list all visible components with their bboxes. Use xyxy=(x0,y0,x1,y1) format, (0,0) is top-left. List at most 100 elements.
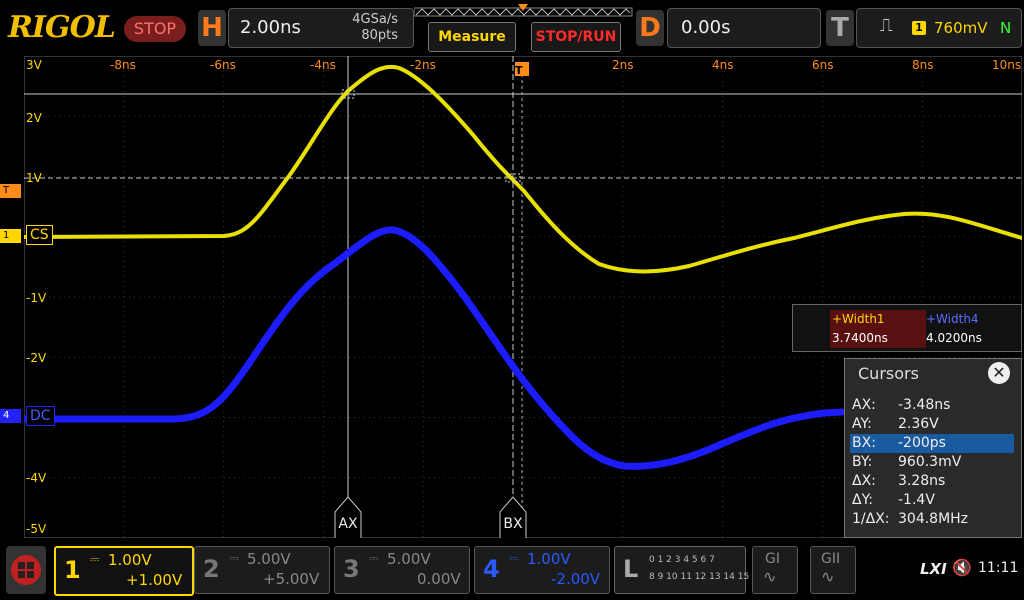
ch2-scale: 5.00V xyxy=(247,550,291,568)
cursor-row-dy: ΔY: -1.4V xyxy=(850,491,1014,510)
y-tick-label: -1V xyxy=(26,291,47,305)
generator-2-label: GII xyxy=(821,551,841,567)
ch4-offset: -2.00V xyxy=(551,570,601,588)
ch1-settings[interactable]: 1 ⎓ 1.00V +1.00V xyxy=(54,546,194,596)
cursor-row-key: BX: xyxy=(852,435,876,451)
logic-analyzer-settings[interactable]: L 0 1 2 3 4 5 6 7 8 9 10 11 12 13 14 15 xyxy=(614,546,750,594)
ch4-settings[interactable]: 4 ⎓ 1.00V -2.00V xyxy=(474,546,610,594)
cursor-row-value: 304.8MHz xyxy=(898,511,969,527)
sample-rate: 4GSa/s xyxy=(352,12,398,27)
sine-wave-icon: ∿ xyxy=(763,567,777,586)
width4-value: 4.0200ns xyxy=(926,331,982,345)
stop-run-button[interactable]: STOP/RUN xyxy=(531,22,621,52)
ch1-offset: +1.00V xyxy=(126,571,183,589)
x-tick-label: -2ns xyxy=(410,58,436,72)
x-tick-label: 6ns xyxy=(812,58,834,72)
ch2-offset: +5.00V xyxy=(263,570,320,588)
logic-channels-row2: 8 9 10 11 12 13 14 15 xyxy=(649,572,750,582)
ch4-scale: 1.00V xyxy=(527,550,571,568)
trigger-level: 760mV xyxy=(934,19,988,37)
cursor-row-by: BY: 960.3mV xyxy=(850,453,1014,472)
dc-coupling-icon: ⎓ xyxy=(509,551,519,565)
ch2-settings[interactable]: 2 ⎓ 5.00V +5.00V xyxy=(194,546,330,594)
x-tick-label: 10ns xyxy=(992,58,1022,72)
delay-value: 0.00s xyxy=(681,17,731,38)
sine-wave-icon: ∿ xyxy=(821,567,835,586)
ch3-number: 3 xyxy=(343,555,360,583)
memory-depth: 80pts xyxy=(361,28,398,43)
brand-logo: RIGOL xyxy=(8,10,116,45)
cursor-row-ax: AX: -3.48ns xyxy=(850,396,1014,415)
ch4-number: 4 xyxy=(483,555,500,583)
clock-time: 11:11 xyxy=(978,560,1019,576)
cursor-row-dx: ΔX: 3.28ns xyxy=(850,472,1014,491)
cursors-title: Cursors xyxy=(858,364,919,383)
ch2-number: 2 xyxy=(203,555,220,583)
y-tick-label: -4V xyxy=(26,471,47,485)
cursor-row-key: BY: xyxy=(852,454,873,470)
cursor-row-ay: AY: 2.36V xyxy=(850,415,1014,434)
cursor-row-invdx: 1/ΔX: 304.8MHz xyxy=(850,510,1014,529)
width1-label: +Width1 xyxy=(830,310,926,328)
generator-2-button[interactable]: GII ∿ xyxy=(810,546,856,594)
trigger-menu-button[interactable]: T xyxy=(826,10,854,46)
cursor-row-key: ΔX: xyxy=(852,473,876,489)
lxi-icon: LXI xyxy=(920,560,947,578)
cursor-row-value: -1.4V xyxy=(898,492,935,508)
cursor-row-value: 2.36V xyxy=(898,416,939,432)
y-tick-label: -2V xyxy=(26,351,47,365)
x-tick-label: -6ns xyxy=(210,58,236,72)
horizontal-menu-button[interactable]: H xyxy=(198,10,226,46)
ch4-offset-marker[interactable]: 4 xyxy=(0,409,21,423)
ch3-settings[interactable]: 3 ⎓ 5.00V 0.00V xyxy=(334,546,470,594)
cursor-row-bx[interactable]: BX: -200ps xyxy=(850,434,1014,453)
ch1-offset-marker[interactable]: 1 xyxy=(0,229,21,243)
cursor-row-value: 960.3mV xyxy=(898,454,962,470)
main-menu-button[interactable] xyxy=(6,546,46,594)
speaker-muted-icon[interactable]: 🔇 xyxy=(952,558,972,577)
memory-position-bar xyxy=(414,4,633,17)
timebase-value: 2.00ns xyxy=(240,17,301,38)
logic-channels-row1: 0 1 2 3 4 5 6 7 xyxy=(649,555,715,565)
grid-menu-icon xyxy=(11,555,41,585)
dc-coupling-icon: ⎓ xyxy=(229,551,239,565)
close-icon[interactable]: ✕ xyxy=(988,362,1010,384)
logic-letter: L xyxy=(623,555,639,583)
delay-menu-button[interactable]: D xyxy=(636,10,664,46)
ch1-number: 1 xyxy=(64,556,81,584)
trigger-channel-badge: 1 xyxy=(912,21,926,35)
dc-coupling-icon: ⎓ xyxy=(369,551,379,565)
ch1-scale: 1.00V xyxy=(108,551,152,569)
ch4-label: DC xyxy=(26,406,55,426)
x-tick-label: -4ns xyxy=(310,58,336,72)
y-tick-label: 3V xyxy=(26,58,42,72)
y-tick-label: -5V xyxy=(26,522,47,536)
trigger-edge-icon: ⎍ xyxy=(880,15,893,36)
width4-label: +Width4 xyxy=(926,312,979,326)
trigger-mode: N xyxy=(1000,19,1012,37)
x-tick-label: 2ns xyxy=(612,58,634,72)
dc-coupling-icon: ⎓ xyxy=(90,552,100,566)
cursor-row-value: -200ps xyxy=(898,435,946,451)
trigger-level-marker[interactable]: T xyxy=(0,184,21,198)
ch3-offset: 0.00V xyxy=(417,570,461,588)
measure-button[interactable]: Measure xyxy=(428,22,516,52)
y-tick-label: 2V xyxy=(26,111,42,125)
generator-1-label: GI xyxy=(765,551,780,567)
cursor-a-label[interactable]: AX xyxy=(335,516,361,532)
cursor-row-key: AX: xyxy=(852,397,876,413)
x-tick-label: 8ns xyxy=(912,58,934,72)
ch3-scale: 5.00V xyxy=(387,550,431,568)
cursor-row-key: AY: xyxy=(852,416,872,432)
ch1-label: CS xyxy=(26,225,53,245)
trigger-position-letter: T xyxy=(515,64,523,77)
x-tick-label: -8ns xyxy=(110,58,136,72)
cursor-b-label[interactable]: BX xyxy=(500,516,526,532)
width1-value: 3.7400ns xyxy=(830,328,926,348)
cursor-row-value: 3.28ns xyxy=(898,473,946,489)
cursor-row-key: 1/ΔX: xyxy=(852,511,890,527)
generator-1-button[interactable]: GI ∿ xyxy=(752,546,798,594)
y-tick-label: 1V xyxy=(26,171,42,185)
run-state-badge[interactable]: STOP xyxy=(124,16,186,42)
cursor-row-key: ΔY: xyxy=(852,492,873,508)
